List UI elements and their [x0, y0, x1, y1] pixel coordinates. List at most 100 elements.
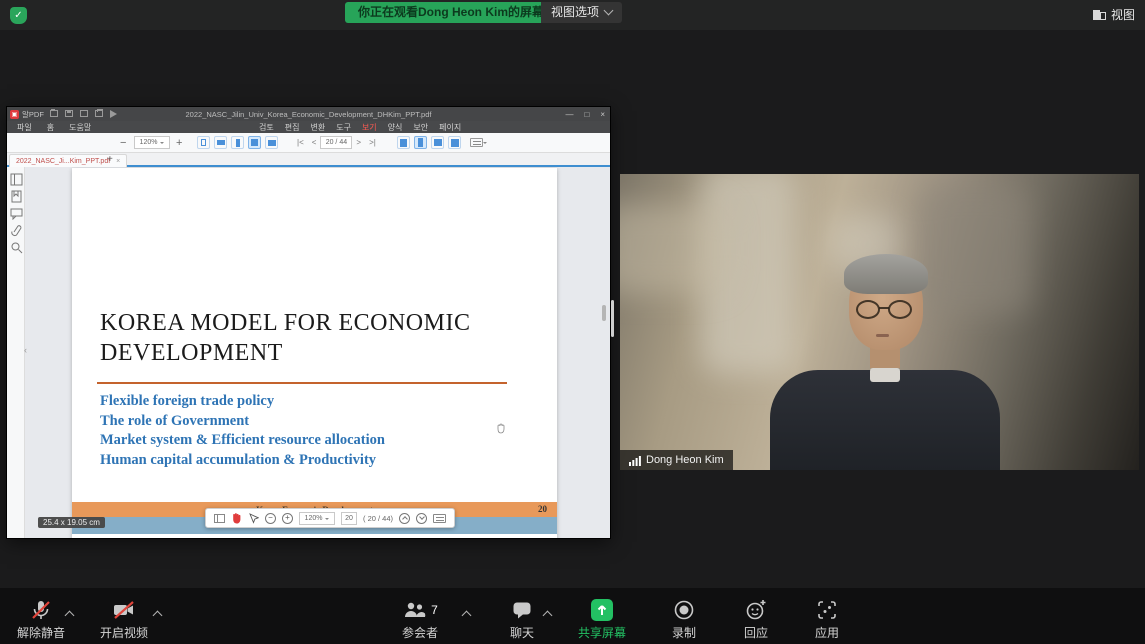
reactions-button[interactable]: 回应 — [724, 598, 788, 641]
pdf-app-window: ▣ 알PDF 2022_NASC_Jilin_Univ_Korea_Econom… — [7, 107, 610, 538]
new-tab-button[interactable]: + — [107, 154, 113, 165]
page-number-input[interactable]: 20 / 44 — [320, 136, 352, 149]
fit-page-icon[interactable] — [248, 136, 261, 149]
slide-bullet: Flexible foreign trade policy — [100, 392, 385, 412]
pdf-app-icon: ▣ — [10, 110, 19, 119]
meeting-control-bar: 解除静音 开启视频 7 — [0, 588, 1145, 644]
open-file-icon[interactable] — [50, 110, 58, 117]
panel-toggle-icon[interactable] — [214, 514, 225, 523]
save-icon[interactable] — [65, 110, 73, 117]
record-button[interactable]: 录制 — [652, 598, 716, 641]
zoom-out-button[interactable]: − — [120, 136, 126, 149]
keyboard-icon[interactable] — [433, 514, 446, 523]
glasses — [856, 300, 916, 320]
first-page-button[interactable]: |< — [297, 138, 304, 147]
watching-banner: 你正在观看Dong Heon Kim的屏幕 — [345, 2, 557, 23]
zoom-in-icon[interactable]: + — [282, 513, 293, 524]
slide-page-number: 20 — [538, 504, 547, 514]
apps-icon — [815, 598, 839, 622]
sidebar-collapse-arrow[interactable]: ‹ — [24, 345, 27, 355]
single-layout-icon[interactable] — [397, 136, 410, 149]
slide-bullet: The role of Government — [100, 412, 385, 432]
save-as-icon[interactable] — [80, 110, 88, 117]
last-page-button[interactable]: >| — [369, 138, 376, 147]
share-screen-button[interactable]: 共享屏幕 — [570, 598, 634, 641]
caret-down-icon — [160, 142, 164, 146]
more-view-options[interactable] — [470, 136, 487, 149]
start-video-button[interactable]: 开启视频 — [92, 598, 156, 641]
share-document-icon[interactable] — [110, 110, 117, 118]
participants-options-chevron[interactable] — [462, 611, 472, 621]
panel-separator-handle[interactable] — [611, 300, 614, 337]
view-options-button[interactable]: 视图选项 — [541, 2, 622, 23]
apps-button[interactable]: 应用 — [795, 598, 859, 641]
participant-name: Dong Heon Kim — [646, 454, 724, 466]
continuous-layout-icon[interactable] — [414, 136, 427, 149]
full-screen-icon[interactable] — [265, 136, 278, 149]
record-icon — [672, 598, 696, 622]
minimize-button[interactable]: — — [565, 110, 573, 119]
audio-signal-icon — [629, 455, 641, 466]
hand-tool-icon[interactable] — [231, 512, 242, 524]
camera-off-icon — [111, 598, 137, 622]
print-icon[interactable] — [95, 110, 103, 117]
layout-mode-icons — [397, 136, 465, 149]
pdf-content-area: ‹ KOREA MODEL FOR ECONOMIC DEVELOPMENT F… — [7, 167, 610, 538]
unmute-button[interactable]: 解除静音 — [9, 598, 73, 641]
view-button[interactable]: 视图 — [1093, 6, 1135, 23]
single-page-view-icon[interactable] — [197, 136, 210, 149]
vertical-scrollbar-handle[interactable] — [602, 305, 606, 321]
pdf-ribbon-toolbar: − 120% + |< < 20 / 44 > >| — [7, 133, 610, 153]
attachments-panel-icon[interactable] — [10, 224, 23, 237]
comments-panel-icon[interactable] — [10, 207, 23, 220]
pdf-left-sidebar — [7, 167, 25, 538]
pan-hand-cursor-icon — [495, 423, 507, 435]
next-page-circle-icon[interactable] — [416, 513, 427, 524]
quad-layout-icon[interactable] — [448, 136, 461, 149]
previous-page-circle-icon[interactable] — [399, 513, 410, 524]
floating-page-toolbar: − + 120% 20 ( 20 / 44) — [205, 508, 455, 528]
chat-icon — [510, 598, 534, 622]
participants-icon — [402, 598, 428, 622]
participants-button[interactable]: 7 参会者 — [388, 598, 452, 641]
document-tab-bar: 2022_NASC_Ji...Kim_PPT.pdf × + — [7, 153, 610, 167]
pdf-menu-bar: 파일 홈 도움말 검토 편집 변환 도구 보기 양식 보안 페이지 — [7, 121, 610, 133]
float-zoom-select[interactable]: 120% — [299, 512, 335, 525]
page-navigation: |< < 20 / 44 > >| — [293, 136, 380, 149]
fit-width-icon[interactable] — [214, 136, 227, 149]
close-button[interactable]: × — [600, 110, 605, 119]
chevron-down-icon — [604, 6, 614, 16]
zoom-in-button[interactable]: + — [176, 136, 182, 149]
lines-icon — [470, 138, 483, 147]
page-total-label: ( 20 / 44) — [363, 514, 393, 523]
participant-name-label: Dong Heon Kim — [620, 450, 733, 470]
participant-figure — [770, 254, 1000, 470]
view-mode-icons — [197, 136, 282, 149]
caret-down-icon — [325, 518, 329, 522]
close-tab-icon[interactable]: × — [116, 158, 120, 165]
participant-video-tile[interactable]: Dong Heon Kim — [620, 174, 1139, 470]
slide-bullet-list: Flexible foreign trade policy The role o… — [100, 392, 385, 470]
participants-count: 7 — [431, 603, 438, 617]
chat-button[interactable]: 聊天 — [490, 598, 554, 641]
bookmarks-panel-icon[interactable] — [10, 190, 23, 203]
zoom-level-select[interactable]: 120% — [134, 136, 170, 149]
maximize-button[interactable]: □ — [584, 110, 589, 119]
float-page-input[interactable]: 20 — [341, 512, 357, 525]
two-page-layout-icon[interactable] — [431, 136, 444, 149]
fit-height-icon[interactable] — [231, 136, 244, 149]
caret-down-icon — [483, 142, 487, 146]
select-tool-icon[interactable] — [248, 513, 259, 524]
document-title: 2022_NASC_Jilin_Univ_Korea_Economic_Deve… — [127, 110, 490, 119]
share-screen-icon — [591, 599, 613, 621]
pdf-app-name: 알PDF — [22, 109, 44, 120]
pdf-title-bar[interactable]: ▣ 알PDF 2022_NASC_Jilin_Univ_Korea_Econom… — [7, 107, 610, 121]
view-options-label: 视图选项 — [551, 2, 599, 23]
search-panel-icon[interactable] — [10, 241, 23, 254]
thumbnails-panel-icon[interactable] — [10, 173, 23, 186]
zoom-out-icon[interactable]: − — [265, 513, 276, 524]
prev-page-button[interactable]: < — [312, 138, 317, 147]
security-shield-icon[interactable]: ✓ — [10, 7, 27, 24]
window-controls: — □ × — [565, 107, 605, 121]
next-page-button[interactable]: > — [356, 138, 361, 147]
